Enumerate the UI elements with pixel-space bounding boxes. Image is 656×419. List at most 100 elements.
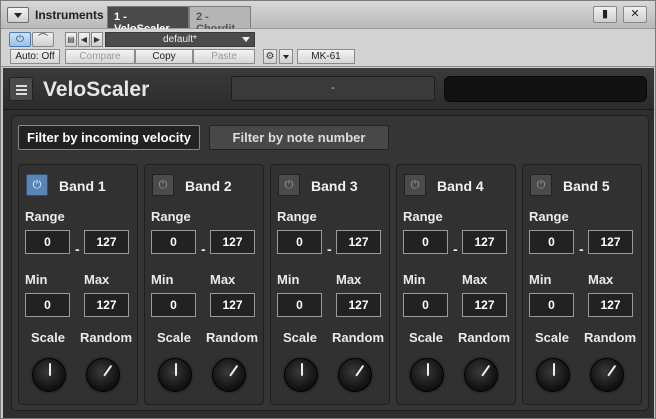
random-knob[interactable]	[338, 358, 372, 392]
plugin-header: VeloScaler -	[3, 68, 654, 110]
close-icon: ✕	[630, 8, 640, 20]
max-label: Max	[588, 272, 614, 287]
power-icon: ⏻	[16, 34, 24, 45]
status-display	[444, 76, 647, 102]
power-icon: ⏻	[410, 179, 420, 191]
random-knob[interactable]	[590, 358, 624, 392]
band-3: ⏻ Band 3 Range 0 - 127 Min Max 0 127 Sca…	[270, 164, 390, 405]
preset-list-button[interactable]: ▤	[65, 32, 77, 47]
max-field[interactable]: 127	[462, 293, 507, 317]
range-separator: -	[453, 241, 458, 257]
tab-filter-note[interactable]: Filter by note number	[209, 125, 389, 150]
arrow-left-icon: ◀	[80, 35, 88, 44]
min-field[interactable]: 0	[25, 293, 70, 317]
preset-prev-button[interactable]: ◀	[78, 32, 90, 47]
random-label: Random	[332, 330, 384, 345]
min-field[interactable]: 0	[151, 293, 196, 317]
read-automation-button[interactable]: ⌒	[32, 32, 54, 47]
range-low-field[interactable]: 0	[277, 230, 322, 254]
band-name: Band 3	[311, 178, 358, 194]
range-label: Range	[277, 209, 317, 224]
device-button[interactable]: MK-61	[297, 49, 355, 64]
instruments-menu-button[interactable]	[7, 7, 29, 23]
band-4-power-button[interactable]: ⏻	[404, 174, 426, 196]
range-separator: -	[327, 241, 332, 257]
range-high-field[interactable]: 127	[84, 230, 129, 254]
section-title: Instruments	[35, 8, 104, 22]
preset-name-field[interactable]: -	[231, 76, 435, 101]
range-label: Range	[529, 209, 569, 224]
band-name: Band 1	[59, 178, 106, 194]
max-label: Max	[462, 272, 488, 287]
scale-label: Scale	[31, 330, 65, 345]
scale-knob[interactable]	[284, 358, 318, 392]
range-low-field[interactable]: 0	[403, 230, 448, 254]
scale-knob[interactable]	[32, 358, 66, 392]
scale-knob[interactable]	[410, 358, 444, 392]
band-2: ⏻ Band 2 Range 0 - 127 Min Max 0 127 Sca…	[144, 164, 264, 405]
range-low-field[interactable]: 0	[25, 230, 70, 254]
random-knob[interactable]	[212, 358, 246, 392]
min-field[interactable]: 0	[403, 293, 448, 317]
copy-button[interactable]: Copy	[135, 49, 193, 64]
range-label: Range	[25, 209, 65, 224]
scale-label: Scale	[535, 330, 569, 345]
range-separator: -	[201, 241, 206, 257]
range-label: Range	[151, 209, 191, 224]
random-knob[interactable]	[464, 358, 498, 392]
hamburger-menu-button[interactable]	[9, 77, 33, 101]
range-high-field[interactable]: 127	[462, 230, 507, 254]
range-label: Range	[403, 209, 443, 224]
range-high-field[interactable]: 127	[588, 230, 633, 254]
range-low-field[interactable]: 0	[529, 230, 574, 254]
preset-dropdown[interactable]: default*	[105, 32, 255, 47]
min-label: Min	[151, 272, 174, 287]
random-label: Random	[584, 330, 636, 345]
settings-dropdown-button[interactable]	[279, 49, 293, 64]
range-low-field[interactable]: 0	[151, 230, 196, 254]
max-field[interactable]: 127	[588, 293, 633, 317]
plugin-title: VeloScaler	[43, 78, 150, 101]
range-high-field[interactable]: 127	[210, 230, 255, 254]
host-window: Instruments 1 - VeloScaler 2 - Chordit ▮…	[0, 0, 656, 419]
random-label: Random	[458, 330, 510, 345]
tab-filter-velocity[interactable]: Filter by incoming velocity	[18, 125, 200, 150]
settings-button[interactable]: ⚙	[263, 49, 277, 64]
power-icon: ⏻	[32, 179, 42, 191]
automation-icon: ⌒	[38, 34, 48, 45]
preset-next-button[interactable]: ▶	[91, 32, 103, 47]
tab-veloscaler[interactable]: 1 - VeloScaler	[107, 6, 189, 35]
min-field[interactable]: 0	[529, 293, 574, 317]
pin-icon: ▮	[601, 8, 609, 20]
power-button[interactable]: ⏻	[9, 32, 31, 47]
gear-icon: ⚙	[265, 51, 275, 62]
min-field[interactable]: 0	[277, 293, 322, 317]
max-field[interactable]: 127	[210, 293, 255, 317]
band-name: Band 5	[563, 178, 610, 194]
max-label: Max	[336, 272, 362, 287]
compare-button[interactable]: Compare	[65, 49, 135, 64]
random-knob[interactable]	[86, 358, 120, 392]
range-high-field[interactable]: 127	[336, 230, 381, 254]
scale-knob[interactable]	[536, 358, 570, 392]
scale-label: Scale	[283, 330, 317, 345]
band-1-power-button[interactable]: ⏻	[26, 174, 48, 196]
scale-knob[interactable]	[158, 358, 192, 392]
scale-label: Scale	[157, 330, 191, 345]
arrow-right-icon: ▶	[93, 35, 101, 44]
close-button[interactable]: ✕	[623, 6, 647, 23]
tab-chordit[interactable]: 2 - Chordit	[189, 6, 251, 35]
max-field[interactable]: 127	[336, 293, 381, 317]
plugin-toolbar: ⏻ ⌒ ▤ ◀ ▶ default* Auto: Off Compare Cop…	[1, 29, 655, 67]
band-2-power-button[interactable]: ⏻	[152, 174, 174, 196]
pin-button[interactable]: ▮	[593, 6, 617, 23]
band-5-power-button[interactable]: ⏻	[530, 174, 552, 196]
title-bar: Instruments 1 - VeloScaler 2 - Chordit ▮…	[1, 1, 655, 35]
band-3-power-button[interactable]: ⏻	[278, 174, 300, 196]
auto-off-button[interactable]: Auto: Off	[10, 49, 60, 64]
random-label: Random	[206, 330, 258, 345]
paste-button[interactable]: Paste	[193, 49, 255, 64]
random-label: Random	[80, 330, 132, 345]
band-4: ⏻ Band 4 Range 0 - 127 Min Max 0 127 Sca…	[396, 164, 516, 405]
max-field[interactable]: 127	[84, 293, 129, 317]
